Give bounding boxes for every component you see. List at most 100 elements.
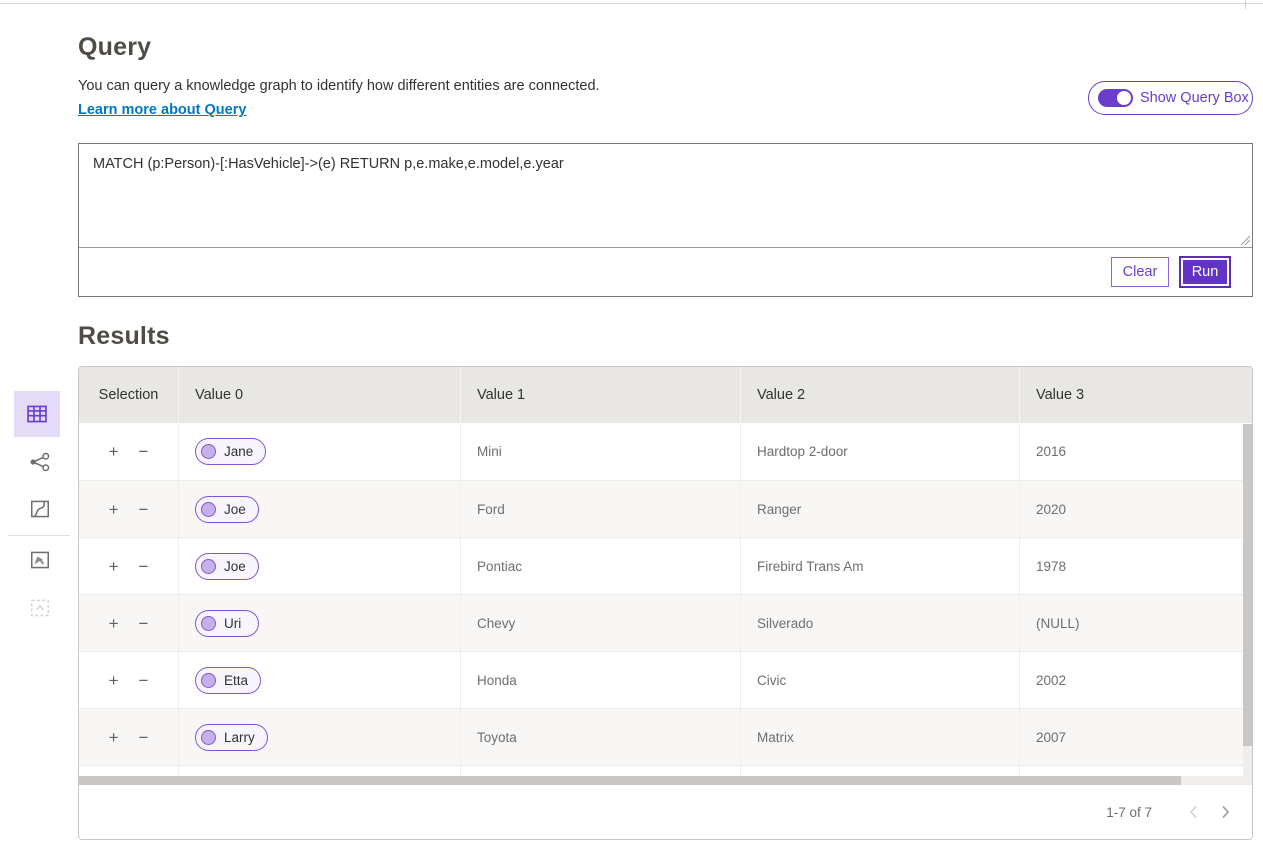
clear-button[interactable]: Clear <box>1111 257 1169 287</box>
table-row: + − Larry Toyota Matrix 2007 <box>79 708 1252 765</box>
results-title: Results <box>78 322 170 351</box>
model-cell: Ranger <box>741 481 1020 537</box>
make-cell: Mini <box>461 423 741 480</box>
entity-dot-icon <box>201 730 216 745</box>
person-entity-pill[interactable]: Joe <box>195 553 259 580</box>
learn-more-link[interactable]: Learn more about Query <box>78 102 246 118</box>
entity-cell: Jane <box>179 423 461 480</box>
query-page-title: Query <box>78 33 151 62</box>
entity-cell: Larry <box>179 709 461 765</box>
add-to-selection-button[interactable]: + <box>105 670 123 691</box>
table-row: + − Jane Mini Hardtop 2-door 2016 <box>79 423 1252 480</box>
table-body: + − Jane Mini Hardtop 2-door 2016 + − <box>79 423 1252 776</box>
sidebar-item-table-view[interactable] <box>14 391 60 437</box>
remove-from-selection-button[interactable]: − <box>135 727 153 748</box>
map-icon <box>29 498 51 520</box>
entity-dot-icon <box>201 616 216 631</box>
toggle-switch-icon[interactable] <box>1098 89 1133 107</box>
column-header-value0: Value 0 <box>179 367 461 423</box>
query-box: MATCH (p:Person)-[:HasVehicle]->(e) RETU… <box>78 143 1253 297</box>
table-row: + − Joe Pontiac Firebird Trans Am 1978 <box>79 537 1252 594</box>
query-textarea-wrap: MATCH (p:Person)-[:HasVehicle]->(e) RETU… <box>79 144 1252 248</box>
entity-label: Etta <box>224 673 248 688</box>
remove-from-selection-button[interactable]: − <box>135 556 153 577</box>
person-entity-pill[interactable]: Etta <box>195 667 261 694</box>
person-entity-pill[interactable]: Uri <box>195 610 259 637</box>
toggle-knob <box>1117 91 1131 105</box>
table-row-partial <box>79 765 1252 776</box>
chevron-left-icon <box>1189 805 1198 819</box>
year-cell: 2020 <box>1020 481 1252 537</box>
model-cell: Matrix <box>741 709 1020 765</box>
add-to-selection-button[interactable]: + <box>105 556 123 577</box>
column-header-selection: Selection <box>79 367 179 423</box>
entity-cell: Uri <box>179 595 461 651</box>
entity-dot-icon <box>201 502 216 517</box>
year-cell: 2016 <box>1020 423 1252 480</box>
sidebar-item-map-select-view[interactable] <box>27 547 53 573</box>
entity-dot-icon <box>201 559 216 574</box>
make-cell: Toyota <box>461 709 741 765</box>
model-cell: Civic <box>741 652 1020 708</box>
model-cell: Firebird Trans Am <box>741 538 1020 594</box>
entity-cell <box>179 766 461 776</box>
vertical-scrollbar-thumb[interactable] <box>1243 424 1252 746</box>
entity-label: Joe <box>224 559 246 574</box>
selection-cell: + − <box>79 423 179 480</box>
selection-cell: + − <box>79 709 179 765</box>
toggle-label: Show Query Box <box>1140 90 1249 106</box>
entity-cell: Etta <box>179 652 461 708</box>
make-cell: Chevy <box>461 595 741 651</box>
pagination-range: 1-7 of 7 <box>1106 805 1152 820</box>
make-cell: Pontiac <box>461 538 741 594</box>
vertical-scrollbar[interactable] <box>1243 424 1252 776</box>
show-query-box-toggle[interactable]: Show Query Box <box>1088 81 1253 115</box>
add-to-selection-button[interactable]: + <box>105 727 123 748</box>
add-to-selection-button[interactable]: + <box>105 441 123 462</box>
entity-label: Jane <box>224 444 253 459</box>
year-cell: (NULL) <box>1020 595 1252 651</box>
selection-cell <box>79 766 179 776</box>
remove-from-selection-button[interactable]: − <box>135 613 153 634</box>
pagination-next-button[interactable] <box>1212 799 1238 825</box>
link-chart-icon <box>29 451 51 473</box>
table-row: + − Etta Honda Civic 2002 <box>79 651 1252 708</box>
selection-cell: + − <box>79 481 179 537</box>
map-select-icon <box>29 549 51 571</box>
add-to-selection-button[interactable]: + <box>105 613 123 634</box>
person-entity-pill[interactable]: Jane <box>195 438 266 465</box>
query-footer: Clear Run <box>79 248 1252 296</box>
query-input[interactable]: MATCH (p:Person)-[:HasVehicle]->(e) RETU… <box>79 144 1252 247</box>
selection-cell: + − <box>79 652 179 708</box>
sidebar-item-new-view-disabled <box>27 595 53 621</box>
model-cell: Silverado <box>741 595 1020 651</box>
column-header-value3: Value 3 <box>1020 367 1252 423</box>
sidebar-item-map-view[interactable] <box>27 496 53 522</box>
entity-cell: Joe <box>179 538 461 594</box>
remove-from-selection-button[interactable]: − <box>135 670 153 691</box>
person-entity-pill[interactable]: Joe <box>195 496 259 523</box>
make-cell: Honda <box>461 652 741 708</box>
year-cell: 2002 <box>1020 652 1252 708</box>
make-cell: Ford <box>461 481 741 537</box>
run-button[interactable]: Run <box>1181 258 1229 286</box>
sidebar-item-link-chart-view[interactable] <box>27 449 53 475</box>
person-entity-pill[interactable]: Larry <box>195 724 268 751</box>
table-row: + − Uri Chevy Silverado (NULL) <box>79 594 1252 651</box>
sidebar-divider <box>8 535 70 536</box>
selection-cell: + − <box>79 538 179 594</box>
selection-cell: + − <box>79 595 179 651</box>
year-cell <box>1020 766 1252 776</box>
table-row: + − Joe Ford Ranger 2020 <box>79 480 1252 537</box>
chevron-right-icon <box>1221 805 1230 819</box>
resize-handle-icon[interactable] <box>1238 233 1250 245</box>
results-table-card: Selection Value 0 Value 1 Value 2 Value … <box>78 366 1253 840</box>
remove-from-selection-button[interactable]: − <box>135 499 153 520</box>
entity-label: Uri <box>224 616 241 631</box>
scrollbar-remnant <box>1245 0 1246 9</box>
add-to-selection-button[interactable]: + <box>105 499 123 520</box>
remove-from-selection-button[interactable]: − <box>135 441 153 462</box>
entity-dot-icon <box>201 444 216 459</box>
pagination-previous-button <box>1180 799 1206 825</box>
model-cell: Hardtop 2-door <box>741 423 1020 480</box>
